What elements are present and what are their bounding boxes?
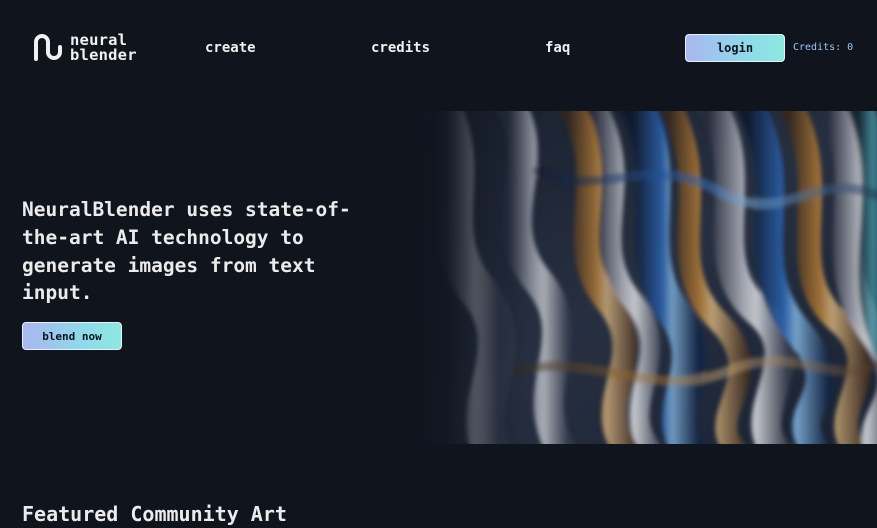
page: neural blender create credits faq login … (0, 0, 877, 528)
nav-credits[interactable]: credits (371, 40, 430, 56)
hero-headline: NeuralBlender uses state-of-the-art AI t… (22, 198, 351, 305)
featured-community-art-heading: Featured Community Art (22, 502, 287, 526)
blend-now-button[interactable]: blend now (22, 322, 122, 350)
nav-faq[interactable]: faq (545, 40, 570, 56)
logo-wordmark: neural blender (70, 32, 137, 64)
logo-line-2: blender (70, 46, 137, 64)
neural-blender-logo-icon (32, 33, 62, 63)
logo[interactable]: neural blender (32, 32, 137, 64)
nav-create[interactable]: create (205, 40, 256, 56)
hero-artwork (418, 111, 877, 444)
login-button[interactable]: login (685, 34, 785, 62)
credits-readout: Credits: 0 (793, 42, 854, 53)
